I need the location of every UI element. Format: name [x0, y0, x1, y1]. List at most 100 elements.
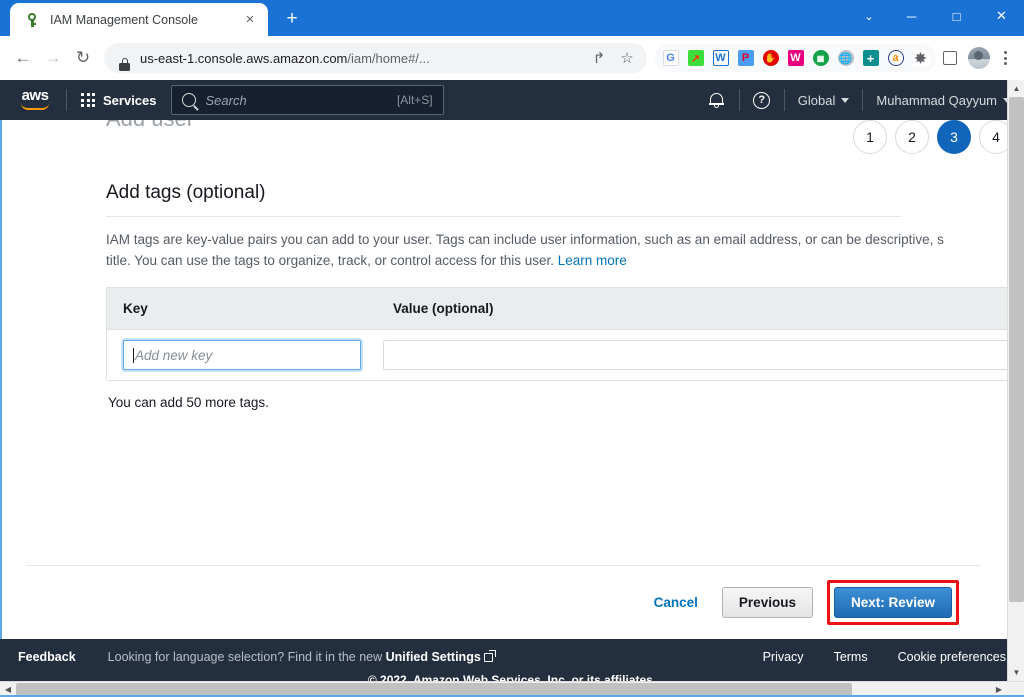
account-label: Muhammad Qayyum [876, 92, 998, 108]
url-host: us-east-1.console.aws.amazon.com [140, 50, 348, 66]
account-menu[interactable]: Muhammad Qayyum [863, 93, 1024, 108]
wikipedia-extension[interactable]: W [708, 44, 733, 72]
section-description: IAM tags are key-value pairs you can add… [106, 229, 944, 271]
wizard-actions-bar: Cancel Previous Next: Review [26, 565, 981, 639]
side-panel-icon[interactable] [936, 44, 964, 72]
scrollable-content-region: Add user 1 2 3 4 Add tags (optional) IAM… [0, 120, 1024, 639]
previous-button[interactable]: Previous [721, 587, 813, 618]
grid-icon [81, 93, 95, 107]
learn-more-link[interactable]: Learn more [558, 253, 627, 268]
adblock-extension[interactable]: ✋ [758, 44, 783, 72]
scroll-up-arrow[interactable]: ▲ [1008, 80, 1024, 97]
globe-extension[interactable]: 🌐 [833, 44, 858, 72]
search-placeholder: Search [205, 92, 247, 108]
extensions-tray: G ↗ W P ✋ W ▦ 🌐 + a ✸ [655, 44, 936, 72]
window-controls: ⌄ ─ □ ✕ [849, 0, 1024, 32]
bell-icon [709, 92, 725, 108]
toolbar-right-group [936, 44, 1016, 72]
footer-top-row: Feedback Looking for language selection?… [0, 639, 1024, 669]
remaining-tags-text: You can add 50 more tags. [108, 395, 269, 410]
cookie-preferences-link[interactable]: Cookie preferences [898, 650, 1006, 664]
services-menu-button[interactable]: Services [67, 93, 171, 108]
extensions-puzzle-icon[interactable]: ✸ [908, 44, 933, 72]
services-label: Services [103, 92, 157, 108]
unified-settings-link[interactable]: Unified Settings [386, 650, 481, 664]
description-line-2: title. You can use the tags to organize,… [106, 253, 554, 268]
wizard-step-1[interactable]: 1 [853, 120, 887, 154]
privacy-link[interactable]: Privacy [763, 650, 804, 664]
aws-logo[interactable]: aws [0, 87, 66, 110]
feedback-link[interactable]: Feedback [18, 650, 76, 664]
pinterest-extension[interactable]: P [733, 44, 758, 72]
close-window-button[interactable]: ✕ [979, 0, 1024, 32]
region-label: Global [797, 92, 836, 108]
grammarly-extension[interactable]: ▦ [808, 44, 833, 72]
language-settings-note: Looking for language selection? Find it … [107, 650, 496, 664]
address-bar[interactable]: us-east-1.console.aws.amazon.com/iam/hom… [104, 43, 647, 73]
tag-value-input[interactable] [383, 340, 1024, 370]
search-icon [181, 93, 196, 107]
tags-table: Key Value (optional) Add new key [106, 287, 1024, 381]
share-icon[interactable]: ↱ [585, 44, 613, 72]
content-inner: Add user 1 2 3 4 Add tags (optional) IAM… [2, 120, 1024, 639]
cancel-button[interactable]: Cancel [644, 595, 708, 610]
description-line-1: IAM tags are key-value pairs you can add… [106, 232, 944, 247]
alexa-extension[interactable]: a [883, 44, 908, 72]
aws-console-page: aws Services Search [Alt+S] ? Global Muh… [0, 80, 1024, 697]
search-shortcut-hint: [Alt+S] [396, 93, 433, 107]
browser-tab[interactable]: IAM Management Console × [10, 3, 268, 36]
maximize-button[interactable]: □ [934, 0, 979, 32]
browser-titlebar: IAM Management Console × + ⌄ ─ □ ✕ [0, 0, 1024, 36]
tab-search-icon[interactable]: ⌄ [849, 0, 889, 32]
key-icon [24, 12, 40, 28]
page-content: Add user 1 2 3 4 Add tags (optional) IAM… [2, 120, 1024, 639]
back-icon[interactable]: ← [8, 43, 38, 73]
terms-link[interactable]: Terms [834, 650, 868, 664]
external-link-icon [483, 650, 496, 662]
forward-icon[interactable]: → [38, 43, 68, 73]
aws-logo-text: aws [21, 87, 49, 104]
section-title: Add tags (optional) [106, 182, 901, 217]
language-note-text: Looking for language selection? Find it … [107, 650, 386, 664]
search-input[interactable]: Search [Alt+S] [170, 85, 444, 115]
vertical-scroll-thumb[interactable] [1009, 97, 1024, 602]
tag-key-input[interactable]: Add new key [123, 340, 361, 370]
wizard-step-indicator: 1 2 3 4 [853, 120, 1013, 154]
text-cursor [133, 347, 134, 363]
next-review-button[interactable]: Next: Review [833, 587, 952, 618]
plus-extension[interactable]: + [858, 44, 883, 72]
browser-window: IAM Management Console × + ⌄ ─ □ ✕ ← → ↻… [0, 0, 1024, 697]
close-tab-icon[interactable]: × [240, 10, 260, 30]
url-path: /iam/home#/... [347, 50, 430, 66]
minimize-button[interactable]: ─ [889, 0, 934, 32]
wordtune-extension[interactable]: W [783, 44, 808, 72]
vertical-scrollbar[interactable]: ▲ ▼ [1007, 80, 1024, 681]
page-title: Add user [106, 120, 194, 132]
scroll-down-arrow[interactable]: ▼ [1008, 664, 1024, 681]
notifications-button[interactable] [695, 92, 739, 108]
aws-global-nav: aws Services Search [Alt+S] ? Global Muh… [0, 80, 1024, 120]
google-translate-extension[interactable]: G [658, 44, 683, 72]
tab-title: IAM Management Console [50, 12, 198, 27]
question-mark-icon: ? [753, 91, 771, 109]
chevron-down-icon [841, 97, 850, 103]
wizard-step-3[interactable]: 3 [937, 120, 971, 154]
arrow-extension[interactable]: ↗ [683, 44, 708, 72]
tags-table-header: Key Value (optional) [107, 288, 1024, 330]
profile-avatar[interactable] [968, 47, 990, 69]
wizard-step-2[interactable]: 2 [895, 120, 929, 154]
column-header-value: Value (optional) [393, 301, 494, 316]
region-selector[interactable]: Global [785, 93, 863, 108]
address-bar-url: us-east-1.console.aws.amazon.com/iam/hom… [140, 51, 585, 66]
help-button[interactable]: ? [740, 91, 784, 109]
reload-icon[interactable]: ↻ [68, 43, 98, 73]
aws-logo-smile [21, 103, 49, 110]
kebab-menu-icon[interactable] [994, 44, 1016, 72]
table-row: Add new key [107, 330, 1024, 380]
column-header-key: Key [123, 301, 148, 316]
add-tags-panel: Add tags (optional) IAM tags are key-val… [26, 120, 1024, 410]
browser-toolbar: ← → ↻ us-east-1.console.aws.amazon.com/i… [0, 36, 1024, 80]
bookmark-star-icon[interactable]: ☆ [613, 44, 641, 72]
new-tab-button[interactable]: + [278, 5, 306, 33]
tag-key-placeholder: Add new key [135, 347, 213, 363]
